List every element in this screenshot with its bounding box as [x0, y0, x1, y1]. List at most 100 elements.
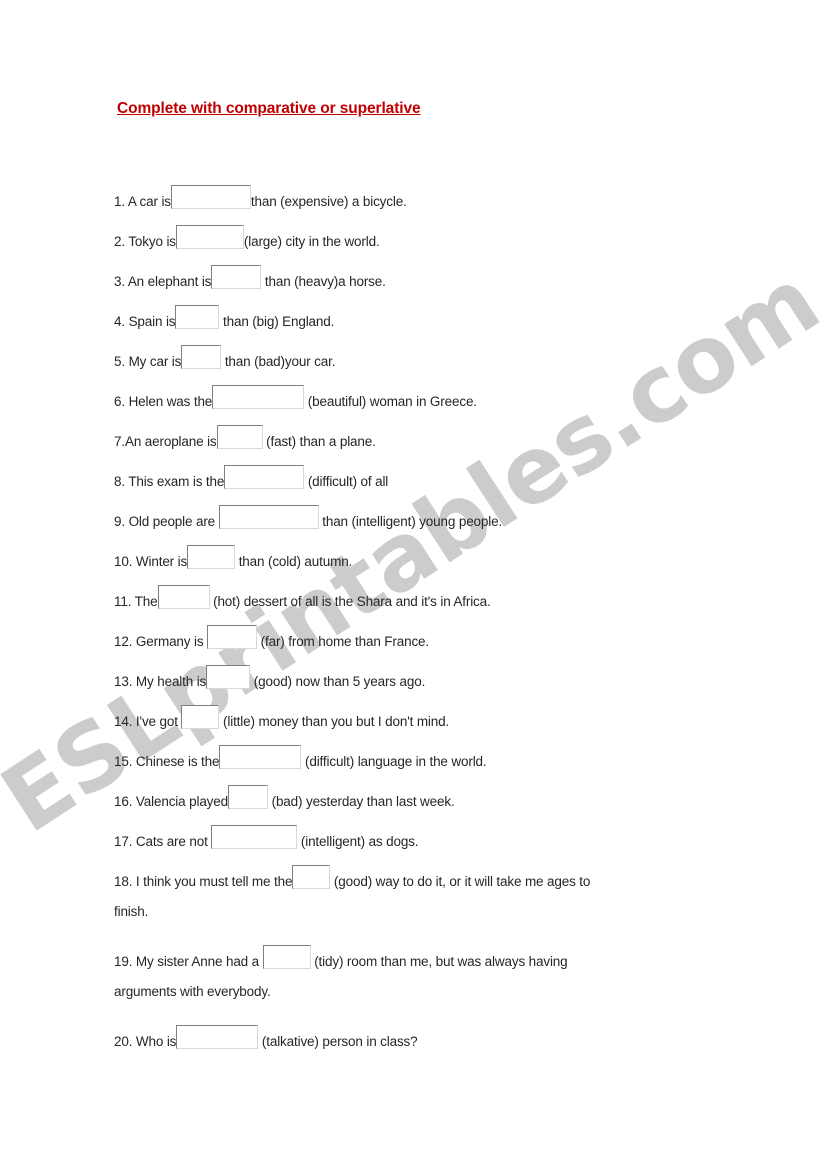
exercise-line: 15. Chinese is the (difficult) language … [114, 742, 714, 782]
exercise-text-before: A car is [124, 194, 171, 209]
exercise-text-before: The [131, 594, 158, 609]
exercise-line: 9. Old people are than (intelligent) you… [114, 502, 714, 542]
exercise-text-after: (fast) than a plane. [262, 434, 376, 449]
exercise-text-before: Who is [132, 1034, 177, 1049]
exercise-text-before: Germany is [132, 634, 208, 649]
exercise-line-continuation: arguments with everybody. [114, 984, 271, 999]
worksheet-page: ESLprintables.com Complete with comparat… [0, 0, 826, 1169]
exercise-text-after: than (heavy)a horse. [261, 274, 386, 289]
exercise-number: 7. [114, 434, 125, 449]
exercise-number: 17. [114, 834, 133, 849]
exercise-text-before: Cats are not [132, 834, 212, 849]
exercise-text-before: I've got [132, 714, 182, 729]
answer-blank[interactable] [176, 1025, 259, 1049]
exercise-number: 3. [114, 274, 125, 289]
exercise-text-after: than (big) England. [219, 314, 335, 329]
exercise-text-after: (bad) yesterday than last week. [268, 794, 455, 809]
answer-blank[interactable] [219, 745, 302, 769]
exercise-line: 2. Tokyo is (large) city in the world. [114, 222, 714, 262]
exercise-line: 20. Who is (talkative) person in class? [114, 1022, 714, 1062]
answer-blank[interactable] [175, 225, 244, 249]
exercise-line: 4. Spain is than (big) England. [114, 302, 714, 342]
exercise-text-before: My sister Anne had a [132, 954, 263, 969]
exercise-text-after: (good) way to do it, or it will take me … [330, 874, 591, 889]
exercise-line-continuation: finish. [114, 904, 149, 919]
exercise-line: 3. An elephant is than (heavy)a horse. [114, 262, 714, 302]
exercise-text-before: My car is [124, 354, 182, 369]
answer-blank[interactable] [224, 465, 305, 489]
answer-blank[interactable] [211, 265, 262, 289]
exercise-line: 1. A car is than (expensive) a bicycle. [114, 182, 714, 222]
exercise-text-before: My health is [132, 674, 207, 689]
answer-blank[interactable] [218, 505, 319, 529]
exercise-number: 15. [114, 754, 133, 769]
exercise-text-after: (talkative) person in class? [258, 1034, 418, 1049]
exercise-line: 11. The (hot) dessert of all is the Shar… [114, 582, 714, 622]
exercise-line: 6. Helen was the (beautiful) woman in Gr… [114, 382, 714, 422]
exercise-number: 9. [114, 514, 125, 529]
exercise-text-after: (beautiful) woman in Greece. [304, 394, 477, 409]
exercise-text-after: than (expensive) a bicycle. [250, 194, 407, 209]
exercise-number: 5. [114, 354, 125, 369]
exercise-number: 2. [114, 234, 125, 249]
exercise-line: 18. I think you must tell me the (good) … [114, 862, 714, 902]
exercise-list: 1. A car is than (expensive) a bicycle. 2.… [114, 182, 714, 1062]
exercise-number: 4. [114, 314, 125, 329]
answer-blank[interactable] [211, 825, 298, 849]
exercise-text-before: An elephant is [124, 274, 212, 289]
exercise-text-after: than (cold) autumn. [235, 554, 353, 569]
answer-blank[interactable] [216, 425, 263, 449]
exercise-number: 19. [114, 954, 133, 969]
answer-blank[interactable] [175, 305, 220, 329]
exercise-line: 19. My sister Anne had a (tidy) room tha… [114, 942, 714, 982]
exercise-number: 11. [114, 594, 132, 609]
exercise-text-before: Tokyo is [124, 234, 176, 249]
exercise-line: 8. This exam is the (difficult) of all [114, 462, 714, 502]
exercise-text-after: (intelligent) as dogs. [297, 834, 419, 849]
exercise-text-after: than (bad)your car. [221, 354, 336, 369]
answer-blank[interactable] [206, 665, 251, 689]
exercise-line: 17. Cats are not (intelligent) as dogs. [114, 822, 714, 862]
exercise-number: 20. [114, 1034, 133, 1049]
exercise-text-after: (hot) dessert of all is the Shara and it… [209, 594, 491, 609]
exercise-text-before: Spain is [124, 314, 176, 329]
exercise-text-before: Winter is [132, 554, 188, 569]
exercise-text-after: (little) money than you but I don't mind… [219, 714, 450, 729]
answer-blank[interactable] [181, 345, 222, 369]
exercise-number: 13. [114, 674, 133, 689]
exercise-text-before: Old people are [124, 514, 219, 529]
exercise-text-after: than (intelligent) young people. [318, 514, 503, 529]
exercise-number: 16. [114, 794, 133, 809]
exercise-text-after: (difficult) of all [304, 474, 389, 489]
exercise-number: 18. [114, 874, 133, 889]
exercise-number: 8. [114, 474, 125, 489]
exercise-number: 14. [114, 714, 133, 729]
answer-blank[interactable] [181, 705, 220, 729]
exercise-line: 10. Winter is than (cold) autumn. [114, 542, 714, 582]
answer-blank[interactable] [262, 945, 311, 969]
answer-blank[interactable] [207, 625, 258, 649]
exercise-line: 12. Germany is (far) from home than Fran… [114, 622, 714, 662]
exercise-text-before: I think you must tell me the [132, 874, 293, 889]
exercise-text-after: (tidy) room than me, but was always havi… [310, 954, 568, 969]
exercise-text-before: Valencia played [132, 794, 228, 809]
answer-blank[interactable] [228, 785, 268, 809]
answer-blank[interactable] [157, 585, 210, 609]
exercise-line: 13. My health is (good) now than 5 years… [114, 662, 714, 702]
exercise-number: 1. [114, 194, 125, 209]
exercise-line: 16. Valencia played (bad) yesterday than… [114, 782, 714, 822]
exercise-number: 10. [114, 554, 133, 569]
exercise-text-before: This exam is the [124, 474, 225, 489]
exercise-text-after: (difficult) language in the world. [301, 754, 487, 769]
exercise-text-before: An aeroplane is [124, 434, 217, 449]
answer-blank[interactable] [170, 185, 251, 209]
exercise-text-after: (far) from home than France. [257, 634, 430, 649]
exercise-line: 5. My car is than (bad)your car. [114, 342, 714, 382]
answer-blank[interactable] [292, 865, 331, 889]
exercise-number: 6. [114, 394, 125, 409]
answer-blank[interactable] [212, 385, 305, 409]
page-title: Complete with comparative or superlative [117, 100, 421, 117]
exercise-text-before: Chinese is the [132, 754, 220, 769]
answer-blank[interactable] [187, 545, 236, 569]
exercise-line: 7.An aeroplane is (fast) than a plane. [114, 422, 714, 462]
